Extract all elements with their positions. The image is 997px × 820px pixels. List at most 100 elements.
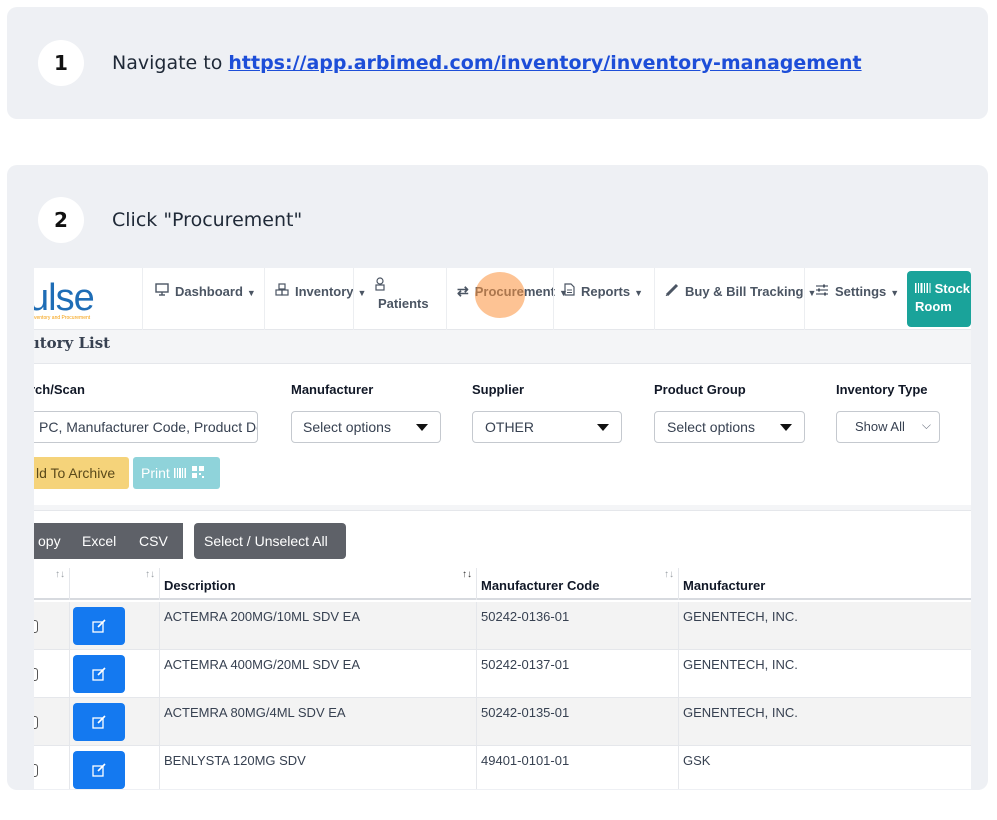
manufacturer-label: Manufacturer — [291, 382, 374, 397]
description-cell: ACTEMRA 80MG/4ML SDV EA — [159, 698, 476, 746]
edit-cell — [69, 650, 159, 698]
patients-icon — [374, 277, 446, 294]
nav-patients[interactable]: Patients — [353, 268, 446, 330]
supplier-select[interactable]: OTHER — [472, 411, 622, 443]
select-unselect-all-button[interactable]: Select / Unselect All — [194, 523, 346, 559]
description-cell: ACTEMRA 200MG/10ML SDV EA — [159, 602, 476, 650]
supplier-label: Supplier — [472, 382, 525, 397]
edit-button[interactable] — [73, 703, 125, 741]
caret-down-icon — [416, 424, 428, 431]
manufacturer-header-label: Manufacturer — [683, 578, 766, 593]
step-2-number: 2 — [38, 197, 84, 243]
step-2-instruction: Click "Procurement" — [112, 209, 303, 231]
sort-icon: ↑↓ — [664, 569, 674, 580]
inventory-type-label: Inventory Type — [836, 382, 928, 397]
add-to-archive-button[interactable]: ld To Archive — [34, 457, 129, 489]
column-header-manufacturer-code[interactable]: Manufacturer Code ↑↓ — [476, 568, 678, 600]
swap-icon: ⇄ — [457, 283, 469, 299]
inventory-type-select[interactable]: Show All ⌵ — [836, 411, 940, 443]
row-checkbox[interactable] — [34, 716, 38, 729]
nav-inventory-label: Inventory — [295, 284, 354, 299]
caret-down-icon: ▼ — [246, 287, 256, 298]
barcode-icon — [915, 281, 935, 296]
description-cell: ACTEMRA 400MG/20ML SDV EA — [159, 650, 476, 698]
nav-dashboard-label: Dashboard — [175, 284, 243, 299]
caret-down-icon — [780, 424, 792, 431]
table-row[interactable]: BENLYSTA 120MG SDV 49401-0101-01 GSK — [34, 746, 971, 789]
product-group-label: Product Group — [654, 382, 746, 397]
nav-reports-label: Reports — [581, 284, 631, 299]
step-1-card: 1 Navigate to https://app.arbimed.com/in… — [7, 7, 988, 119]
click-highlight — [475, 272, 525, 318]
logo-tagline: ventory and Procurement — [34, 315, 91, 321]
document-icon — [564, 283, 575, 299]
edit-button[interactable] — [73, 655, 125, 693]
nav-dashboard[interactable]: Dashboard ▼ — [142, 268, 264, 330]
excel-button[interactable]: Excel — [72, 523, 129, 559]
sort-icon: ↑↓ — [462, 569, 472, 580]
nav-inventory[interactable]: Inventory ▼ — [264, 268, 366, 330]
edit-icon — [92, 667, 106, 681]
product-group-select-value: Select options — [667, 419, 755, 435]
nav-stock-room-button[interactable]: Stock Room — [907, 271, 971, 327]
print-button[interactable]: Print — [133, 457, 220, 489]
inventory-type-select-value: Show All — [855, 419, 905, 434]
qr-icon — [191, 465, 204, 481]
boxes-icon — [275, 283, 289, 299]
caret-down-icon: ▼ — [634, 287, 644, 298]
manufacturer-cell: GENENTECH, INC. — [678, 602, 971, 650]
manufacturer-code-cell: 50242-0137-01 — [476, 650, 678, 698]
select-cell — [34, 698, 69, 746]
row-checkbox[interactable] — [34, 764, 38, 777]
manufacturer-cell: GENENTECH, INC. — [678, 698, 971, 746]
inventory-table-panel: opy Excel CSV Select / Unselect All ↑↓ ↑… — [34, 510, 971, 789]
manufacturer-code-cell: 50242-0135-01 — [476, 698, 678, 746]
manufacturer-cell: GENENTECH, INC. — [678, 650, 971, 698]
nav-settings[interactable]: Settings ▼ — [804, 268, 899, 330]
row-checkbox[interactable] — [34, 620, 38, 633]
nav-buy-bill-label: Buy & Bill Tracking — [685, 284, 804, 299]
copy-button[interactable]: opy — [34, 523, 72, 559]
app-logo[interactable]: ulse ventory and Procurement — [34, 271, 134, 328]
barcode-icon — [173, 465, 192, 481]
nav-buy-bill-tracking[interactable]: Buy & Bill Tracking ▼ — [654, 268, 816, 330]
nav-patients-label: Patients — [378, 296, 429, 311]
edit-button[interactable] — [73, 607, 125, 645]
csv-button[interactable]: CSV — [129, 523, 184, 559]
select-cell — [34, 602, 69, 650]
select-cell — [34, 650, 69, 698]
edit-cell — [69, 698, 159, 746]
edit-icon — [92, 763, 106, 777]
column-header-edit[interactable]: ↑↓ — [69, 568, 159, 600]
stock-label-line2: Room — [915, 299, 952, 314]
column-header-manufacturer[interactable]: Manufacturer — [678, 568, 971, 600]
app-screenshot: ulse ventory and Procurement Dashboard ▼ … — [34, 268, 971, 789]
step-1-number: 1 — [38, 40, 84, 86]
filter-panel: rch/Scan PC, Manufacturer Code, Product … — [34, 363, 971, 505]
row-checkbox[interactable] — [34, 668, 38, 681]
table-header: ↑↓ ↑↓ Description ↑↓ Manufacturer Code ↑↓ … — [34, 568, 971, 600]
nav-reports[interactable]: Reports ▼ — [553, 268, 654, 330]
column-header-description[interactable]: Description ↑↓ — [159, 568, 476, 600]
manufacturer-code-header-label: Manufacturer Code — [481, 578, 600, 593]
step-1-link[interactable]: https://app.arbimed.com/inventory/invent… — [228, 52, 861, 74]
table-row[interactable]: ACTEMRA 200MG/10ML SDV EA 50242-0136-01 … — [34, 602, 971, 650]
column-header-select[interactable]: ↑↓ — [34, 568, 69, 600]
description-header-label: Description — [164, 578, 236, 593]
select-cell — [34, 746, 69, 789]
monitor-icon — [155, 283, 169, 299]
manufacturer-code-cell: 50242-0136-01 — [476, 602, 678, 650]
table-row[interactable]: ACTEMRA 400MG/20ML SDV EA 50242-0137-01 … — [34, 650, 971, 698]
table-row[interactable]: ACTEMRA 80MG/4ML SDV EA 50242-0135-01 GE… — [34, 698, 971, 746]
search-input[interactable]: PC, Manufacturer Code, Product De — [34, 411, 258, 443]
manufacturer-select-value: Select options — [303, 419, 391, 435]
sort-icon: ↑↓ — [55, 569, 65, 580]
sliders-icon — [815, 283, 829, 299]
edit-button[interactable] — [73, 751, 125, 789]
product-group-select[interactable]: Select options — [654, 411, 805, 443]
manufacturer-code-cell: 49401-0101-01 — [476, 746, 678, 789]
manufacturer-cell: GSK — [678, 746, 971, 789]
step-1-text: Navigate to — [112, 52, 229, 74]
manufacturer-select[interactable]: Select options — [291, 411, 441, 443]
logo-wordmark: ulse — [34, 277, 95, 319]
